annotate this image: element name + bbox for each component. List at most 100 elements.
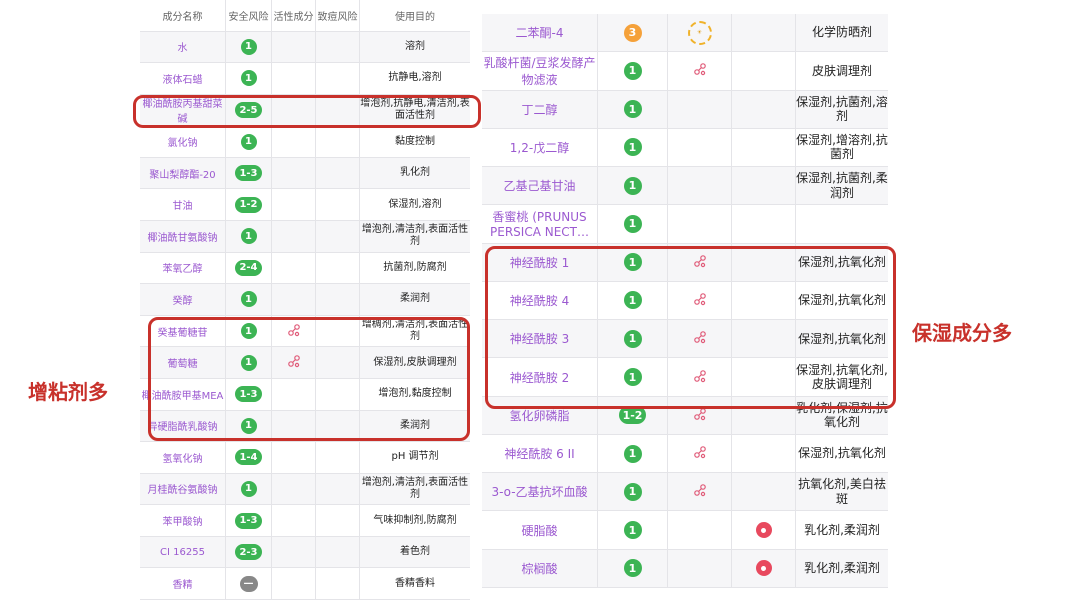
table-row[interactable]: 神经酰胺 4 1 保湿剂,抗氧化剂 (482, 281, 888, 321)
table-row[interactable]: 香蜜桃 (PRUNUS PERSICA NECT… 1 (482, 205, 888, 244)
safety-risk-badge: 1 (240, 133, 257, 150)
active-ingredient-cell (272, 347, 316, 378)
table-row[interactable]: 神经酰胺 6 II 1 保湿剂,抗氧化剂 (482, 434, 888, 474)
acne-risk-cell (316, 347, 360, 378)
ingredient-name[interactable]: 苯甲酸钠 (140, 505, 226, 536)
table-row[interactable]: 1,2-戊二醇 1 保湿剂,增溶剂,抗菌剂 (482, 128, 888, 168)
table-row[interactable]: 氯化钠 1 黏度控制 (140, 126, 470, 158)
table-row[interactable]: 甘油 1-2 保湿剂,溶剂 (140, 189, 470, 222)
ingredient-name[interactable]: 神经酰胺 1 (482, 243, 598, 281)
ingredient-name[interactable]: 水 (140, 31, 226, 63)
table-row[interactable]: 乙基己基甘油 1 保湿剂,抗菌剂,柔润剂 (482, 167, 888, 206)
safety-risk-badge: 2-3 (235, 544, 262, 561)
active-ingredient-cell (668, 128, 732, 167)
usage-purpose: 抗菌剂,防腐剂 (383, 261, 447, 273)
ingredient-name[interactable]: 神经酰胺 3 (482, 320, 598, 358)
safety-risk-cell: 1 (226, 221, 272, 252)
table-header: 成分名称 安全风险 活性成分 致痘风险 使用目的 (140, 0, 470, 32)
table-row[interactable]: 聚山梨醇酯-20 1-3 乳化剂 (140, 157, 470, 190)
ingredient-name[interactable]: 乙基己基甘油 (482, 167, 598, 205)
table-row[interactable]: 二苯酮-4 3 ☀ 化学防晒剂 (482, 14, 888, 53)
table-row[interactable]: 椰油酰胺甲基MEA 1-3 增泡剂,黏度控制 (140, 378, 470, 411)
acne-risk-cell (732, 90, 796, 128)
table-row[interactable]: 神经酰胺 3 1 保湿剂,抗氧化剂 (482, 320, 888, 359)
ingredient-name[interactable]: 硬脂酸 (482, 511, 598, 549)
table-row[interactable]: 氢化卵磷脂 1-2 乳化剂,保湿剂,抗氧化剂 (482, 396, 888, 435)
safety-risk-cell: 1-3 (226, 157, 272, 189)
acne-risk-cell (316, 442, 360, 473)
table-row[interactable]: 氢氧化钠 1-4 pH 调节剂 (140, 442, 470, 474)
acne-risk-icon (755, 522, 772, 539)
usage-purpose: 乳化剂 (400, 167, 430, 179)
ingredient-name[interactable]: 葡萄糖 (140, 347, 226, 378)
ingredient-name[interactable]: 1,2-戊二醇 (482, 128, 598, 167)
table-row[interactable]: 癸基葡糖苷 1 增稠剂,清洁剂,表面活性剂 (140, 315, 470, 348)
ingredient-name[interactable]: 二苯酮-4 (482, 14, 598, 52)
table-row[interactable]: 3-o-乙基抗坏血酸 1 抗氧化剂,美白祛斑 (482, 473, 888, 512)
ingredient-name[interactable]: 异硬脂酰乳酸钠 (140, 410, 226, 442)
molecule-icon (287, 323, 301, 340)
left-ingredient-table: 成分名称 安全风险 活性成分 致痘风险 使用目的水 1 溶剂 液体石蜡 1 抗静电,溶剂 椰油酰胺丙… (140, 0, 470, 600)
table-row[interactable]: 神经酰胺 2 1 保湿剂,抗氧化剂,皮肤调理剂 (482, 358, 888, 397)
active-ingredient-cell (272, 252, 316, 284)
active-ingredient-cell (668, 320, 732, 358)
table-row[interactable]: 椰油酰甘氨酸钠 1 增泡剂,清洁剂,表面活性剂 (140, 221, 470, 253)
ingredient-name[interactable]: 神经酰胺 6 II (482, 434, 598, 473)
ingredient-name[interactable]: 聚山梨醇酯-20 (140, 157, 226, 189)
table-row[interactable]: 硬脂酸 1 乳化剂,柔润剂 (482, 511, 888, 550)
acne-risk-cell (316, 284, 360, 315)
ingredient-name[interactable]: 氯化钠 (140, 126, 226, 157)
usage-purpose: 乳化剂,柔润剂 (804, 522, 880, 537)
ingredient-name[interactable]: 神经酰胺 2 (482, 358, 598, 396)
ingredient-name[interactable]: 癸基葡糖苷 (140, 315, 226, 347)
ingredient-name[interactable]: 椰油酰胺甲基MEA (140, 378, 226, 410)
safety-risk-cell: 3 (598, 14, 668, 52)
safety-risk-cell: 1 (598, 549, 668, 587)
active-ingredient-cell (668, 90, 732, 128)
acne-risk-cell (732, 511, 796, 549)
table-row[interactable]: 水 1 溶剂 (140, 31, 470, 64)
table-row[interactable]: CI 16255 2-3 着色剂 (140, 536, 470, 569)
ingredient-name[interactable]: 苯氧乙醇 (140, 252, 226, 284)
usage-purpose: 保湿剂,抗氧化剂,皮肤调理剂 (796, 362, 888, 392)
ingredient-name[interactable]: 甘油 (140, 189, 226, 221)
safety-risk-cell: 1-2 (226, 189, 272, 221)
active-ingredient-cell: ☀ (668, 14, 732, 52)
ingredient-name[interactable]: 乳酸杆菌/豆浆发酵产物滤液 (482, 52, 598, 90)
sunscreen-icon: ☀ (687, 20, 712, 45)
table-row[interactable]: 异硬脂酰乳酸钠 1 柔润剂 (140, 410, 470, 443)
ingredient-name[interactable]: 椰油酰胺丙基甜菜碱 (140, 94, 226, 126)
table-row[interactable]: 丁二醇 1 保湿剂,抗菌剂,溶剂 (482, 90, 888, 129)
table-row[interactable]: 葡萄糖 1 保湿剂,皮肤调理剂 (140, 347, 470, 379)
usage-purpose: 保湿剂,增溶剂,抗菌剂 (796, 133, 888, 162)
table-row[interactable]: 椰油酰胺丙基甜菜碱 2-5 增泡剂,抗静电,清洁剂,表面活性剂 (140, 94, 470, 127)
usage-purpose: 增泡剂,黏度控制 (378, 388, 452, 400)
table-row[interactable]: 月桂酰谷氨酸钠 1 增泡剂,清洁剂,表面活性剂 (140, 473, 470, 506)
ingredient-name[interactable]: 月桂酰谷氨酸钠 (140, 473, 226, 505)
ingredient-name[interactable]: 氢化卵磷脂 (482, 396, 598, 434)
acne-risk-cell (732, 14, 796, 52)
ingredient-name[interactable]: 椰油酰甘氨酸钠 (140, 221, 226, 252)
table-row[interactable]: 苯氧乙醇 2-4 抗菌剂,防腐剂 (140, 252, 470, 285)
ingredient-name[interactable]: CI 16255 (140, 536, 226, 568)
ingredient-name[interactable]: 液体石蜡 (140, 63, 226, 94)
table-row[interactable]: 苯甲酸钠 1-3 气味抑制剂,防腐剂 (140, 505, 470, 537)
table-row[interactable]: 香精 — 香精香料 (140, 568, 470, 600)
ingredient-name[interactable]: 棕榈酸 (482, 549, 598, 587)
table-row[interactable]: 神经酰胺 1 1 保湿剂,抗氧化剂 (482, 243, 888, 282)
ingredient-name[interactable]: 香精 (140, 568, 226, 599)
active-ingredient-cell (272, 473, 316, 505)
table-row[interactable]: 液体石蜡 1 抗静电,溶剂 (140, 63, 470, 95)
safety-risk-badge: 1 (240, 228, 257, 245)
table-row[interactable]: 棕榈酸 1 乳化剂,柔润剂 (482, 549, 888, 588)
table-row[interactable]: 乳酸杆菌/豆浆发酵产物滤液 1 皮肤调理剂 (482, 52, 888, 91)
safety-risk-badge: 1 (623, 253, 642, 272)
table-row[interactable]: 癸醇 1 柔润剂 (140, 284, 470, 316)
ingredient-name[interactable]: 癸醇 (140, 284, 226, 315)
ingredient-name[interactable]: 神经酰胺 4 (482, 281, 598, 320)
ingredient-name[interactable]: 香蜜桃 (PRUNUS PERSICA NECT… (482, 205, 598, 243)
ingredient-name[interactable]: 丁二醇 (482, 90, 598, 128)
ingredient-name[interactable]: 氢氧化钠 (140, 442, 226, 473)
safety-risk-cell: 1-4 (226, 442, 272, 473)
ingredient-name[interactable]: 3-o-乙基抗坏血酸 (482, 473, 598, 511)
